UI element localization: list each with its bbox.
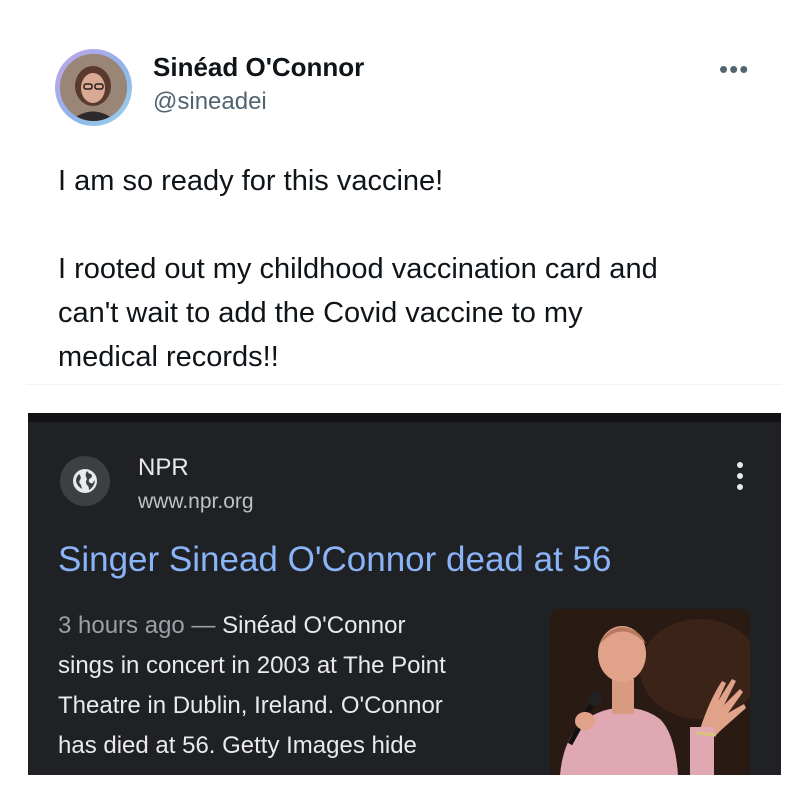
source-url[interactable]: www.npr.org xyxy=(138,490,254,514)
result-snippet: 3 hours ago — Sinéad O'Connor sings in c… xyxy=(58,606,528,775)
tweet-line: can't wait to add the Covid vaccine to m… xyxy=(58,297,583,329)
snippet-text: caption xyxy=(58,772,135,775)
snippet-text: Sinéad O'Connor xyxy=(222,612,406,639)
tweet-text: I am so ready for this vaccine! I rooted… xyxy=(58,159,778,379)
avatar[interactable] xyxy=(55,49,132,126)
source-name[interactable]: NPR xyxy=(138,454,189,482)
tweet-line: medical records!! xyxy=(58,341,279,373)
search-result-card[interactable]: NPR www.npr.org Singer Sinead O'Connor d… xyxy=(28,413,781,775)
more-horizontal-icon[interactable]: ••• xyxy=(719,56,749,82)
snippet-text: Theatre in Dublin, Ireland. O'Connor xyxy=(58,692,443,719)
avatar-photo xyxy=(60,54,127,121)
globe-icon xyxy=(60,456,110,506)
result-headline-link[interactable]: Singer Sinead O'Connor dead at 56 xyxy=(58,540,611,580)
divider xyxy=(26,384,782,385)
card-top-edge xyxy=(28,413,781,422)
result-thumbnail[interactable] xyxy=(550,609,750,775)
tweet-line: I am so ready for this vaccine! xyxy=(58,165,444,197)
author-handle[interactable]: @sineadei xyxy=(153,88,267,116)
tweet-line: I rooted out my childhood vaccination ca… xyxy=(58,253,658,285)
snippet-text: sings in concert in 2003 at The Point xyxy=(58,652,446,679)
result-separator: — xyxy=(184,612,223,639)
result-timestamp: 3 hours ago xyxy=(58,612,185,639)
author-name[interactable]: Sinéad O'Connor xyxy=(153,52,364,83)
more-vertical-icon[interactable] xyxy=(730,462,750,496)
snippet-text: has died at 56. Getty Images hide xyxy=(58,732,417,759)
